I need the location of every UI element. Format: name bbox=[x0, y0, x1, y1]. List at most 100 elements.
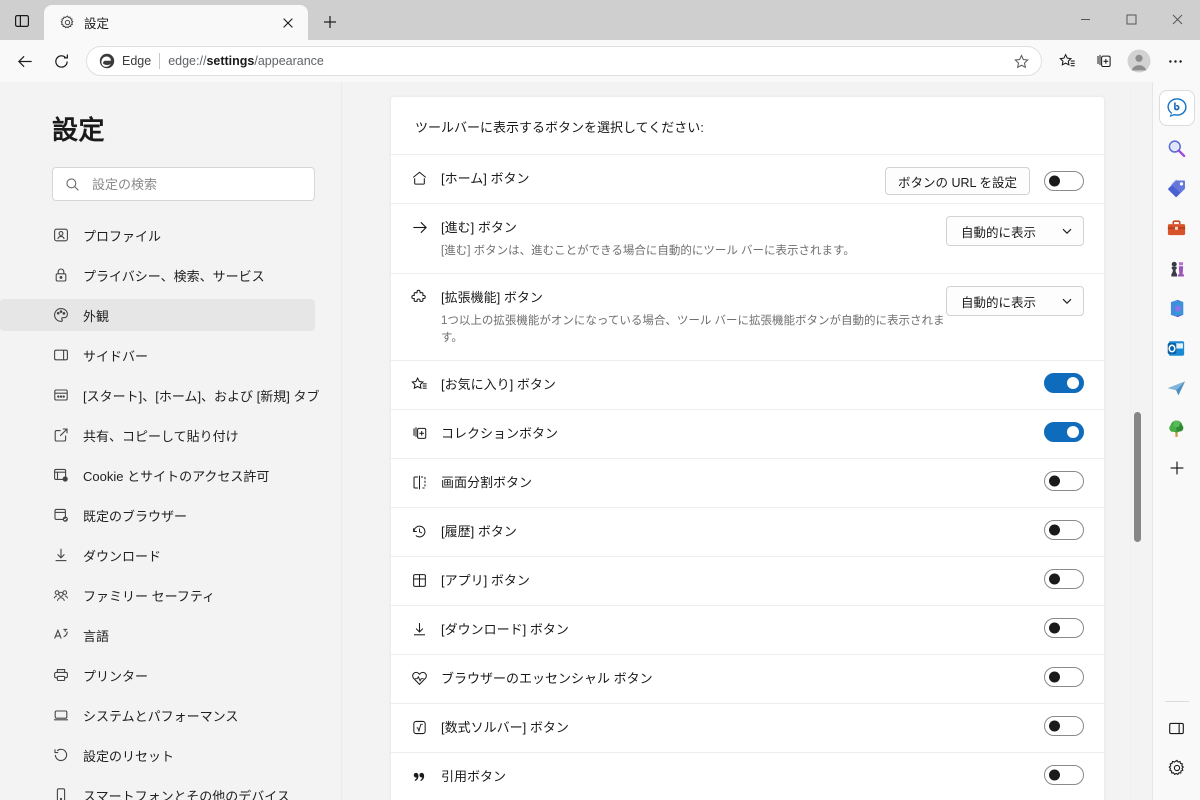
dropsend-icon[interactable] bbox=[1159, 370, 1195, 406]
more-horizontal-icon[interactable] bbox=[1158, 44, 1192, 78]
sidebar-item-reset-settings[interactable]: 設定のリセット bbox=[0, 739, 315, 771]
row-label: [ホーム] ボタン bbox=[441, 171, 530, 186]
row-controls bbox=[1044, 520, 1084, 540]
refresh-icon[interactable] bbox=[44, 44, 78, 78]
apps-button-toggle[interactable] bbox=[1044, 569, 1084, 589]
row-controls: ボタンの URL を設定 bbox=[885, 167, 1084, 195]
math-solver-button-toggle[interactable] bbox=[1044, 716, 1084, 736]
page-title: 設定 bbox=[52, 115, 106, 145]
sidebar-item-cookies[interactable]: Cookie とサイトのアクセス許可 bbox=[0, 459, 315, 491]
address-bar[interactable]: Edge edge://settings/appearance bbox=[86, 46, 1042, 76]
sidebar-item-share-copy-paste[interactable]: 共有、コピーして貼り付け bbox=[0, 419, 315, 451]
split-screen-button-toggle[interactable] bbox=[1044, 471, 1084, 491]
history-button-toggle[interactable] bbox=[1044, 520, 1084, 540]
sidebar-item-languages[interactable]: 言語 bbox=[0, 619, 315, 651]
sidebar-item-label: ファミリー セーフティ bbox=[83, 588, 216, 604]
tab-settings[interactable]: 設定 bbox=[44, 5, 308, 40]
toolbar-buttons-card: ツールバーに表示するボタンを選択してください: [ホーム] ボタン ボタンの U… bbox=[390, 96, 1105, 800]
sidebar-item-start-home-newtab[interactable]: [スタート]、[ホーム]、および [新規] タブ bbox=[0, 379, 320, 411]
row-body: [進む] ボタン [進む] ボタンは、進むことができる場合に自動的にツール バー… bbox=[441, 204, 946, 273]
home-button-toggle[interactable] bbox=[1044, 171, 1084, 191]
row-controls bbox=[1044, 422, 1084, 442]
setting-row-history-button: [履歴] ボタン bbox=[391, 508, 1104, 557]
tree-icon[interactable] bbox=[1159, 410, 1195, 446]
favorites-button-toggle[interactable] bbox=[1044, 373, 1084, 393]
share-icon bbox=[52, 427, 69, 444]
sidebar-item-sidebar[interactable]: サイドバー bbox=[0, 339, 315, 371]
settings-search[interactable] bbox=[52, 167, 315, 201]
avatar-icon[interactable] bbox=[1122, 44, 1156, 78]
edge-chip-label: Edge bbox=[122, 54, 152, 68]
tools-icon[interactable] bbox=[1159, 210, 1195, 246]
row-body: コレクションボタン bbox=[441, 410, 1044, 456]
favorites-icon[interactable] bbox=[1050, 44, 1084, 78]
sidebar-item-family-safety[interactable]: ファミリー セーフティ bbox=[0, 579, 315, 611]
browser-essentials-button-toggle[interactable] bbox=[1044, 667, 1084, 687]
sidebar-item-label: サイドバー bbox=[83, 348, 149, 364]
row-controls bbox=[1044, 765, 1084, 785]
star-icon[interactable] bbox=[1007, 48, 1035, 74]
sidebar-item-appearance[interactable]: 外観 bbox=[0, 299, 315, 331]
math-solver-icon bbox=[409, 719, 429, 736]
sidebar-item-label: 既定のブラウザー bbox=[83, 508, 188, 524]
sidebar-item-downloads[interactable]: ダウンロード bbox=[0, 539, 315, 571]
sidebar-item-label: 共有、コピーして貼り付け bbox=[83, 428, 239, 444]
sidebar-divider bbox=[1164, 701, 1189, 702]
collections-button-toggle[interactable] bbox=[1044, 422, 1084, 442]
family-icon bbox=[52, 587, 69, 604]
search-icon[interactable] bbox=[1159, 130, 1195, 166]
phone-icon bbox=[52, 787, 69, 800]
minimize-button[interactable] bbox=[1062, 0, 1108, 38]
row-controls bbox=[1044, 667, 1084, 687]
row-controls bbox=[1044, 471, 1084, 491]
setting-row-downloads-button: [ダウンロード] ボタン bbox=[391, 606, 1104, 655]
sidebar-toggle-icon[interactable] bbox=[1159, 710, 1195, 746]
download-icon bbox=[52, 547, 69, 564]
settings-gear-icon[interactable] bbox=[1159, 750, 1195, 786]
sidebar-item-label: Cookie とサイトのアクセス許可 bbox=[83, 468, 270, 484]
copilot-icon[interactable] bbox=[1158, 90, 1195, 126]
settings-content: ツールバーに表示するボタンを選択してください: [ホーム] ボタン ボタンの U… bbox=[342, 82, 1152, 800]
sidebar-item-privacy[interactable]: プライバシー、検索、サービス bbox=[0, 259, 315, 291]
shopping-tag-icon[interactable] bbox=[1159, 170, 1195, 206]
extensions-icon bbox=[409, 289, 429, 306]
microsoft365-icon[interactable] bbox=[1159, 290, 1195, 326]
row-controls: 自動的に表示 bbox=[946, 286, 1084, 316]
url-text[interactable]: edge://settings/appearance bbox=[168, 54, 999, 68]
row-controls bbox=[1044, 618, 1084, 638]
language-icon bbox=[52, 627, 69, 644]
search-icon bbox=[65, 177, 80, 192]
browser-toolbar: Edge edge://settings/appearance bbox=[0, 40, 1200, 82]
tab-close-icon[interactable] bbox=[276, 11, 300, 35]
close-button[interactable] bbox=[1154, 0, 1200, 38]
tab-search-icon[interactable] bbox=[0, 4, 44, 38]
extensions-button-dropdown[interactable]: 自動的に表示 bbox=[946, 286, 1084, 316]
forward-button-dropdown[interactable]: 自動的に表示 bbox=[946, 216, 1084, 246]
row-description: [進む] ボタンは、進むことができる場合に自動的にツール バーに表示されます。 bbox=[441, 245, 855, 257]
downloads-button-toggle[interactable] bbox=[1044, 618, 1084, 638]
new-tab-button[interactable] bbox=[314, 6, 346, 38]
outlook-icon[interactable] bbox=[1159, 330, 1195, 366]
sidebar-item-printers[interactable]: プリンター bbox=[0, 659, 315, 691]
collections-icon[interactable] bbox=[1086, 44, 1120, 78]
search-input[interactable] bbox=[92, 176, 302, 192]
content-scrollbar-thumb[interactable] bbox=[1134, 412, 1141, 542]
back-arrow-icon[interactable] bbox=[8, 44, 42, 78]
sidebar-item-label: 設定のリセット bbox=[83, 748, 175, 764]
sidebar-item-label: スマートフォンとその他のデバイス bbox=[83, 788, 290, 800]
sidebar-item-default-browser[interactable]: 既定のブラウザー bbox=[0, 499, 315, 531]
row-description: 1つ以上の拡張機能がオンになっている場合、ツール バーに拡張機能ボタンが自動的に… bbox=[441, 315, 945, 344]
sidebar-item-phone-other-devices[interactable]: スマートフォンとその他のデバイス bbox=[0, 779, 315, 800]
row-body: [アプリ] ボタン bbox=[441, 557, 1044, 603]
add-icon[interactable] bbox=[1159, 450, 1195, 486]
split-screen-icon bbox=[409, 474, 429, 491]
content-scrollbar[interactable] bbox=[1130, 82, 1144, 800]
sidebar-item-profile[interactable]: プロファイル bbox=[0, 219, 315, 251]
sidebar-item-system-performance[interactable]: システムとパフォーマンス bbox=[0, 699, 315, 731]
set-button-url-button[interactable]: ボタンの URL を設定 bbox=[885, 167, 1030, 195]
lock-icon bbox=[52, 267, 69, 284]
quote-button-toggle[interactable] bbox=[1044, 765, 1084, 785]
games-icon[interactable] bbox=[1159, 250, 1195, 286]
maximize-button[interactable] bbox=[1108, 0, 1154, 38]
row-body: [ダウンロード] ボタン bbox=[441, 606, 1044, 652]
